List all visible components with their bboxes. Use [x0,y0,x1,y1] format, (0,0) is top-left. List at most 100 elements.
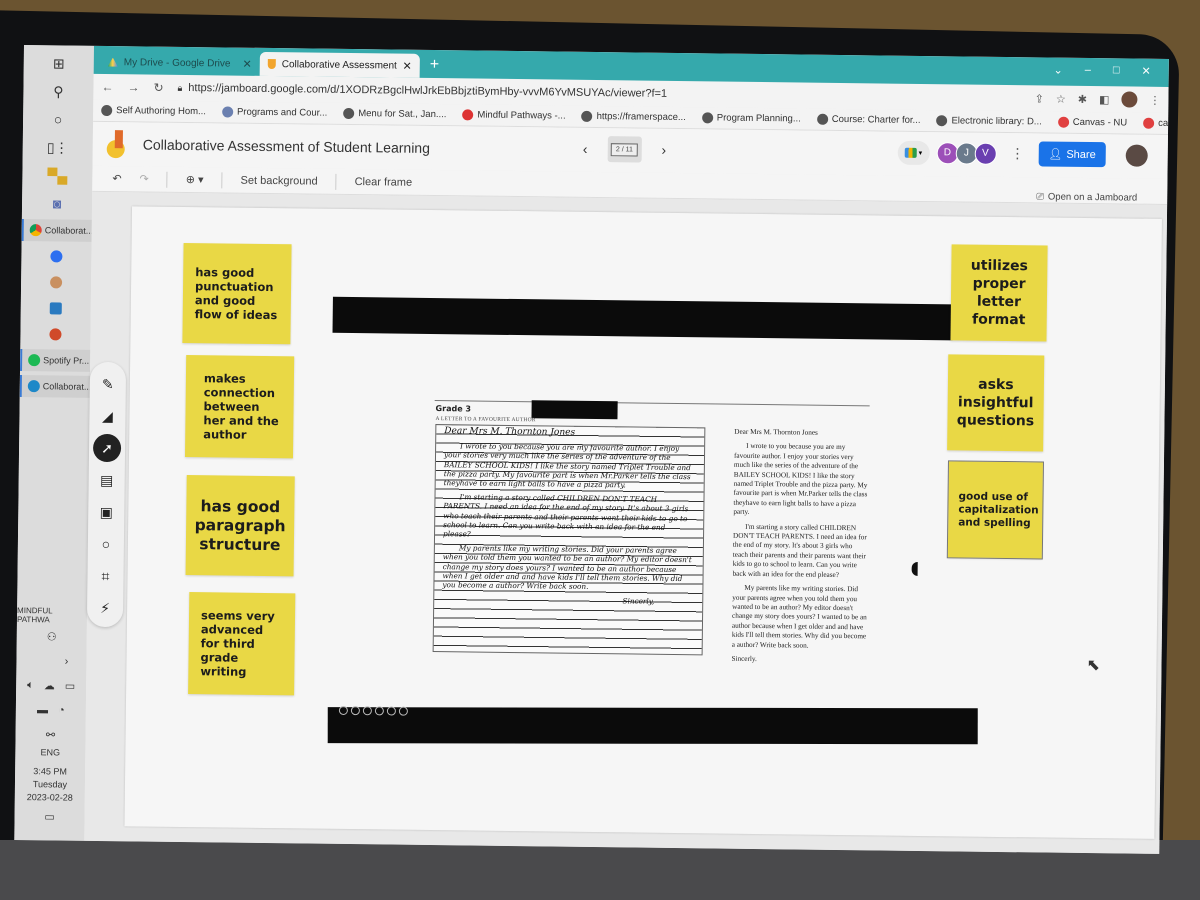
device-icon[interactable]: ▭ [65,680,76,693]
eraser-icon[interactable]: ◢ [93,402,121,430]
language-indicator[interactable]: ENG [41,747,61,757]
frame-indicator: 2 / 11 [610,142,639,157]
document-grade: Grade 3 [435,404,472,414]
sticky-note-text: has good punctuation and good flow of id… [194,265,278,323]
circle-shape-icon[interactable]: ○ [92,530,120,558]
bookmark-item[interactable]: canvas - ccare [1143,117,1169,130]
windows-start-icon[interactable]: ⊞ [48,52,70,74]
laser-icon[interactable]: ⚡︎ [91,594,119,622]
url-field[interactable]: 🔒︎ https://jamboard.google.com/d/1XODRzB… [177,82,1020,104]
previous-frame-icon[interactable]: ‹ [583,141,588,157]
bookmark-item[interactable]: https://framerspace... [581,110,686,123]
mail-icon [49,302,62,315]
letter-salutation: Dear Mrs M. Thornton Jones [734,427,818,437]
clock[interactable]: 3:45 PM Tuesday 2023-02-28 [27,765,74,805]
taskbar-app-spotify[interactable]: Spotify Pr... [20,348,91,372]
tab-jamboard[interactable]: Collaborative Assessment of Stu ✕ [259,51,420,78]
new-tab-button[interactable]: + [420,56,450,78]
onedrive-icon[interactable]: ☁︎ [44,679,55,692]
sticky-note[interactable]: makes connection between her and the aut… [184,355,295,459]
bookmark-label: Course: Charter for... [831,113,921,126]
document-mini-icons [338,705,408,716]
share-button[interactable]: 👤︎ Share [1038,141,1106,168]
system-tray: MINDFUL PATHWA ⚇ › 🔈︎ ☁︎ ▭ ▬ ◔ ⚯ ENG 3:4… [14,600,87,841]
wifi-icon[interactable]: ◔ [58,704,65,716]
file-explorer-icon[interactable]: ▀▄ [46,164,68,186]
taskbar-app-paint[interactable] [21,271,91,294]
canvas-icon [1143,117,1155,129]
maximize-button[interactable]: □ [1113,64,1120,77]
bookmark-item[interactable]: Programs and Cour... [221,106,327,119]
clear-frame-button[interactable]: Clear frame [355,176,413,189]
battery-icon[interactable]: ▬ [37,704,48,716]
tab-google-drive[interactable]: My Drive - Google Drive ✕ [100,50,260,76]
bookmark-item[interactable]: Canvas - NU [1057,116,1127,128]
zoom-icon[interactable]: ⊕ ▾ [186,173,204,186]
bookmark-item[interactable]: Electronic library: D... [936,115,1042,127]
minimize-button[interactable]: – [1085,64,1091,77]
people-icon[interactable]: ⚇ [47,630,57,643]
volume-icon[interactable]: 🔈︎ [27,679,34,692]
sticky-note-icon[interactable]: ▤ [93,466,121,494]
sticky-note[interactable]: asks insightful questions [947,354,1045,452]
taskbar-app-edge[interactable]: Collaborat... [19,374,90,398]
notifications-icon[interactable]: ▭ [44,810,55,823]
sticky-note[interactable]: has good punctuation and good flow of id… [182,242,292,345]
bookmark-item[interactable]: Menu for Sat., Jan.... [343,107,447,120]
next-frame-icon[interactable]: › [661,142,666,158]
bookmark-label: Program Planning... [716,112,801,125]
more-options-icon[interactable]: ⋮ [1010,145,1024,162]
camera-icon[interactable]: ◙ [46,192,68,214]
undo-icon[interactable]: ↶ [112,172,121,185]
link-icon[interactable]: ⚯ [46,728,55,741]
avatar[interactable]: V [974,142,997,165]
bookmark-item[interactable]: Self Authoring Hom... [101,104,206,117]
show-hidden-icons-chevron[interactable]: › [65,656,69,668]
taskbar-app-zoom[interactable] [21,245,91,268]
sticky-note[interactable]: has good paragraph structure [185,475,295,577]
google-meet-button[interactable]: ▾ [897,140,930,165]
profile-avatar[interactable] [1121,91,1138,108]
open-on-jamboard-button[interactable]: ⎚ Open on a Jamboard [1036,191,1137,203]
task-view-icon[interactable]: ▯⋮ [47,136,69,158]
sticky-note[interactable]: utilizes proper letter format [950,244,1048,342]
back-icon[interactable]: ← [101,80,113,94]
cortana-circle-icon[interactable]: ○ [47,108,69,130]
sticky-note[interactable]: good use of capitalization and spelling [946,460,1044,560]
search-icon[interactable]: ⚲ [47,80,69,102]
taskbar-app-chrome[interactable]: Collaborat... [21,218,92,242]
meet-icon [904,147,917,158]
shape-fragment [911,561,918,576]
image-icon[interactable]: ▣ [92,498,120,526]
redo-icon[interactable]: ↷ [140,172,149,185]
forward-icon[interactable]: → [127,80,139,94]
taskbar-app-mail[interactable] [21,297,91,320]
account-avatar[interactable] [1125,143,1148,167]
share-page-icon[interactable]: ⇪ [1035,92,1044,105]
jam-title[interactable]: Collaborative Assessment of Student Lear… [143,136,430,156]
frame-bar-toggle[interactable]: 2 / 11 [607,136,642,163]
jamboard-logo[interactable] [106,130,129,159]
reload-icon[interactable]: ↻ [153,81,163,95]
side-panel-icon[interactable]: ◧ [1099,93,1110,106]
zoom-icon [50,250,63,263]
tab-search-icon[interactable]: ⌄ [1053,64,1062,77]
pen-icon[interactable]: ✎ [94,370,122,398]
sticky-note[interactable]: seems very advanced for third grade writ… [188,592,296,696]
bookmark-star-icon[interactable]: ☆ [1056,92,1066,105]
select-arrow-icon[interactable]: ➚ [92,433,122,463]
set-background-button[interactable]: Set background [241,174,318,187]
browser-menu-icon[interactable]: ⋮ [1149,93,1160,106]
extensions-puzzle-icon[interactable]: ✱ [1078,92,1087,105]
close-tab-icon[interactable]: ✕ [402,59,411,72]
close-window-button[interactable]: ✕ [1141,65,1150,78]
taskbar-app-powerpoint[interactable] [20,323,90,346]
globe-icon [936,115,948,127]
jam-frame[interactable]: Grade 3 A LETTER TO A FAVOURITE AUTHOR D… [124,206,1162,839]
bookmark-item[interactable]: Mindful Pathways -... [462,109,566,122]
close-tab-icon[interactable]: ✕ [242,57,251,70]
bookmark-item[interactable]: Course: Charter for... [816,113,921,126]
bookmark-item[interactable]: Program Planning... [701,112,801,125]
divider [335,173,337,190]
text-box-icon[interactable]: ⌗ [91,562,119,590]
